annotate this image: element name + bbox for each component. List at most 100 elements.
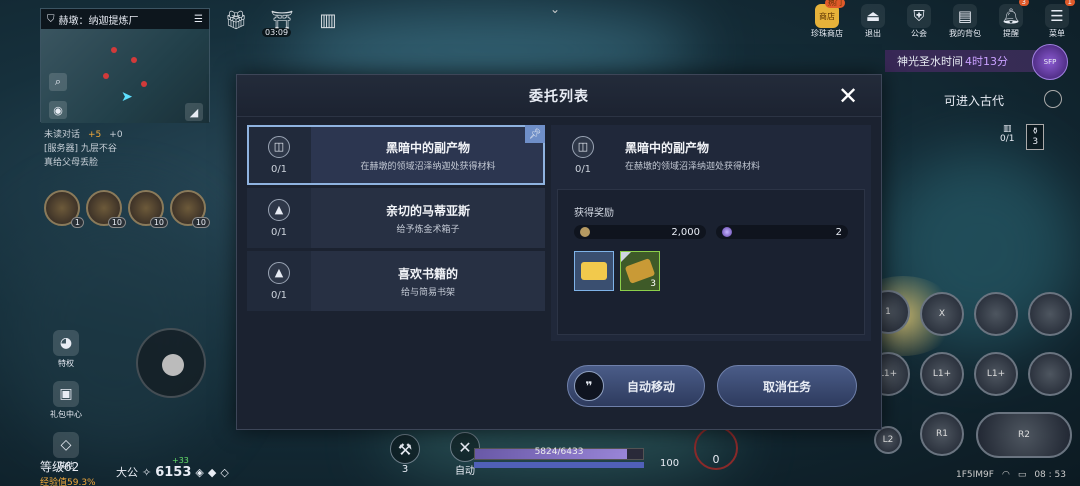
skill-button[interactable] xyxy=(974,292,1018,336)
quest-mini-count: 0/1 xyxy=(1000,134,1015,144)
party-member-avatar[interactable]: 10 xyxy=(128,190,168,228)
guild-button[interactable]: ⛨ 公会 xyxy=(902,4,936,39)
bell-icon: 🔔︎ 3 xyxy=(999,0,1029,28)
pin-icon[interactable]: 📌︎ xyxy=(525,125,545,143)
quest-icon-column: ◫ 0/1 xyxy=(247,125,311,185)
quest-mini-item[interactable]: ⚱ 3 xyxy=(1026,124,1045,150)
potion-slot[interactable]: ⚒ 3 xyxy=(390,434,420,475)
search-map-icon[interactable]: ⌕ xyxy=(49,73,67,91)
close-icon[interactable]: ✕ xyxy=(835,82,861,110)
cheese-item-icon[interactable] xyxy=(574,251,614,291)
party-member-level: 10 xyxy=(191,217,210,228)
minimap-view[interactable]: ➤ ⌕ ◉ ◢ xyxy=(41,29,209,123)
bag-button[interactable]: ▤ 我的背包 xyxy=(948,4,982,39)
skill-button[interactable]: L1+ xyxy=(920,352,964,396)
gem-amount: 2 xyxy=(835,226,842,238)
cancel-task-button[interactable]: 取消任务 xyxy=(717,365,857,407)
party-member-avatar[interactable]: 10 xyxy=(86,190,126,228)
party-member-avatar[interactable]: 1 xyxy=(44,190,84,228)
l2-button[interactable]: L2 xyxy=(874,426,902,454)
tent-icon: ▲ xyxy=(268,261,290,284)
level-label: 等级62 xyxy=(40,460,80,474)
codex-icon[interactable]: ▥ xyxy=(314,6,342,34)
background-glow xyxy=(0,200,230,460)
skill-label: R1 xyxy=(936,429,948,439)
bag-label: 我的背包 xyxy=(949,29,981,38)
shop-label: 珍珠商店 xyxy=(811,29,843,38)
quest-count: 0/1 xyxy=(270,289,288,301)
unread-label: 未读对话 xyxy=(44,130,81,140)
chat-line: 真给父母丢脸 xyxy=(44,158,99,168)
potion-icon: ⚱ xyxy=(1031,127,1040,137)
power-icon: ✧ xyxy=(142,465,152,479)
combat-power[interactable]: 大公 ✧ 6153 +33 ◈ ◆ ◇ xyxy=(116,456,229,480)
enter-hint[interactable]: 可进入古代 xyxy=(944,92,1004,109)
guild-label: 公会 xyxy=(911,29,927,38)
auto-move-button[interactable]: ❞ 自动移动 xyxy=(567,365,705,407)
crystal-icon: ◇ xyxy=(220,465,229,479)
coin-icon xyxy=(580,227,590,237)
chat-panel[interactable]: 未读对话 +5 +0 [服务器] 九层不谷 真给父母丢脸 xyxy=(44,128,224,170)
quest-item[interactable]: ▲ 0/1 喜欢书籍的 给与简易书架 xyxy=(247,251,545,311)
map-pin-icon: ⛉ xyxy=(47,13,55,25)
skill-button[interactable]: X xyxy=(920,292,964,336)
party-member-avatar[interactable]: 10 xyxy=(170,190,210,228)
movement-joystick[interactable] xyxy=(136,328,206,398)
skill-label: X xyxy=(938,309,946,319)
skill-button[interactable] xyxy=(1028,352,1072,396)
hamburger-icon: ☰ 1 xyxy=(1045,0,1075,28)
detail-count: 0/1 xyxy=(574,163,592,175)
detail-body: 黑暗中的副产物 在赫墩的领域沼泽纳迦处获得材料 xyxy=(615,125,871,185)
detail-icon-column: ◫ 0/1 xyxy=(551,125,615,185)
auto-label: 自动 xyxy=(455,466,475,477)
skill-label: L1+ xyxy=(932,369,952,379)
quest-item[interactable]: ◫ 0/1 黑暗中的副产物 在赫墩的领域沼泽纳迦处获得材料 📌︎ xyxy=(247,125,545,185)
holy-water-icon[interactable]: SFP xyxy=(1032,44,1068,80)
gem-icon: ◆ xyxy=(207,465,217,479)
menu-label: 菜单 xyxy=(1049,29,1065,38)
r1-button[interactable]: R1 xyxy=(920,412,964,456)
r2-attack-button[interactable]: R2 xyxy=(976,412,1072,458)
quest-title: 黑暗中的副产物 xyxy=(385,140,470,155)
quest-mini-item[interactable]: ▥ 0/1 xyxy=(1000,124,1014,150)
rewards-label: 获得奖励 xyxy=(574,208,614,219)
chevron-down-icon[interactable]: ⌄ xyxy=(550,2,560,16)
portal-icon[interactable] xyxy=(1044,90,1062,108)
penguin-icon: ◕ xyxy=(53,330,79,356)
exit-button[interactable]: ⏏︎ 退出 xyxy=(856,4,890,39)
gift-icon[interactable]: 🎁︎ xyxy=(222,6,250,34)
skill-label: L2 xyxy=(882,435,894,445)
privilege-button[interactable]: ◕ 特权 xyxy=(53,330,79,369)
alert-button[interactable]: 🔔︎ 3 提醒 xyxy=(994,0,1029,39)
target-button[interactable]: 0 xyxy=(694,426,738,470)
rune-icon: ◈ xyxy=(195,465,204,479)
quest-tracker-mini[interactable]: ▥ 0/1 ⚱ 3 xyxy=(1000,124,1045,150)
shop-icon: 商店 热门 xyxy=(815,0,845,28)
door-icon: ◫ xyxy=(572,135,594,158)
menu-button[interactable]: ☰ 1 菜单 xyxy=(1040,0,1075,39)
footprint-icon: ❞ xyxy=(574,371,604,401)
exp-label: 经验值59.3% xyxy=(40,478,96,486)
quest-icon-column: ▲ 0/1 xyxy=(247,188,311,248)
quest-title: 喜欢书籍的 xyxy=(397,266,458,281)
faction-label: 大公 xyxy=(116,466,138,479)
skill-button[interactable] xyxy=(1028,292,1072,336)
gift-center-button[interactable]: ▣ 礼包中心 xyxy=(50,381,82,420)
quest-desc: 给予炼金术箱子 xyxy=(396,224,460,235)
message-delta: +0 xyxy=(109,130,123,140)
globe-icon[interactable]: ◉ xyxy=(49,101,67,119)
minimap[interactable]: ⛉ 赫墩：纳迦提炼厂 ☰ ➤ ⌕ ◉ ◢ xyxy=(40,8,210,123)
expand-map-icon[interactable]: ◢ xyxy=(185,103,203,121)
skill-button[interactable]: L1+ xyxy=(974,352,1018,396)
power-value: 6153 xyxy=(155,464,192,480)
list-icon[interactable]: ☰ xyxy=(194,14,203,25)
gold-amount: 2,000 xyxy=(671,226,700,238)
gem-reward: 2 xyxy=(716,225,848,239)
hp-text: 5824/6433 xyxy=(534,447,584,457)
left-side-menu: ◕ 特权 ▣ 礼包中心 ◇ 其他 xyxy=(50,330,82,471)
event-banner[interactable]: 神光圣水时间 4时13分 xyxy=(885,50,1040,72)
pearl-shop-button[interactable]: 商店 热门 珍珠商店 xyxy=(810,0,845,39)
bread-item-icon[interactable]: 3 xyxy=(620,251,660,291)
joystick-knob[interactable] xyxy=(162,354,184,376)
quest-item[interactable]: ▲ 0/1 亲切的马蒂亚斯 给予炼金术箱子 xyxy=(247,188,545,248)
